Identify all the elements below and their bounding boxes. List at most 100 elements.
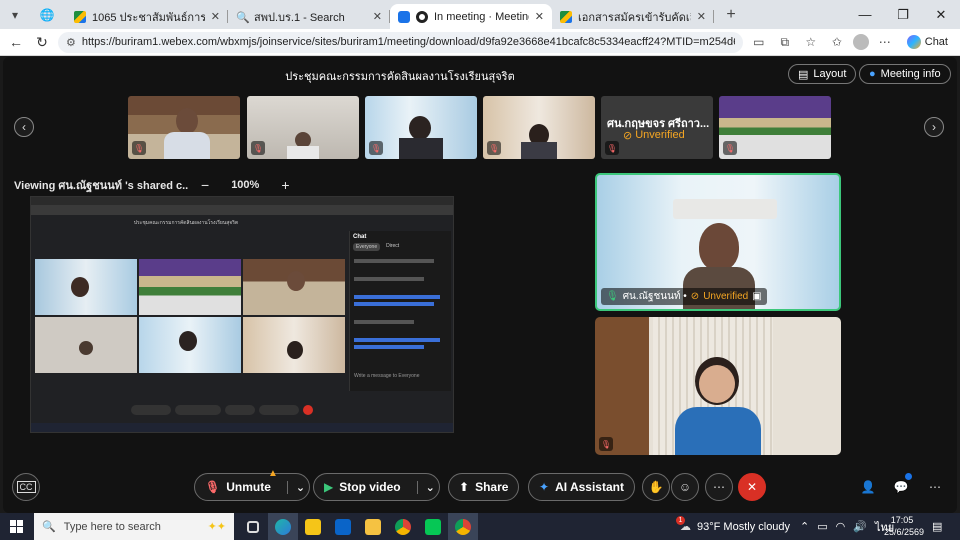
store-icon[interactable] [298, 513, 328, 540]
warning-icon: ⊘ [623, 130, 633, 142]
participant-thumbnail-unverified[interactable]: ศน.กฤษขจร ศรีถาว... ⊘ Unverified 🎙 [601, 96, 713, 159]
site-info-icon[interactable]: ⚙ [66, 36, 76, 49]
reload-icon[interactable]: ↻ [32, 32, 52, 52]
shared-controls [131, 405, 351, 415]
warning-icon: ⊘ [690, 291, 700, 302]
url-bar[interactable]: ⚙ https://buriram1.webex.com/wbxmjs/join… [58, 31, 743, 53]
more-options-button[interactable]: ⋯ [705, 473, 733, 501]
volume-icon[interactable]: 🔊 [853, 520, 867, 533]
explorer-icon[interactable] [358, 513, 388, 540]
participant-thumbnail[interactable]: 🎙 [483, 96, 595, 159]
windows-start-icon[interactable] [10, 520, 23, 533]
minimize-icon[interactable]: — [846, 0, 884, 29]
camera-icon[interactable]: ▭ [749, 32, 769, 52]
taskbar-search-box[interactable]: 🔍 Type here to search ✦✦ [34, 513, 234, 540]
mic-off-icon: 🎙 [605, 141, 619, 155]
mic-muted-icon: 🎙 [205, 480, 221, 494]
chevron-down-icon[interactable]: ⌄ [286, 480, 305, 494]
raise-hand-button[interactable]: ✋ [642, 473, 670, 501]
close-icon[interactable]: ✕ [697, 10, 706, 23]
active-speaker-tile[interactable]: 🎙 ศน.ณัฐชนนท์ • ⊘ Unverified ▣ [595, 173, 841, 311]
chrome-active-icon[interactable] [448, 513, 478, 540]
profile-icon[interactable] [852, 34, 869, 50]
tab-menu-icon[interactable]: ▾ [4, 4, 26, 26]
windows-taskbar: 🔍 Type here to search ✦✦ ☁ 1 93°F Mostly … [0, 513, 960, 540]
filmstrip-prev-button[interactable]: ‹ [14, 117, 34, 137]
shared-meeting-title: ประชุมคณะกรรมการคัดสินผลงานโรงเรียนสุจริ… [133, 220, 239, 226]
video-camera-icon: ▶ [324, 480, 334, 494]
participant-thumbnail[interactable]: 🎙 [128, 96, 240, 159]
zoom-in-icon[interactable]: + [281, 177, 289, 193]
leave-meeting-button[interactable]: ✕ [738, 473, 766, 501]
layout-button[interactable]: ▤ Layout [788, 64, 857, 84]
close-icon[interactable]: ✕ [535, 10, 544, 23]
shared-tile [35, 317, 137, 373]
line-icon[interactable] [418, 513, 448, 540]
drive-icon [560, 10, 572, 23]
participant-tile[interactable]: 🎙 [595, 317, 841, 455]
captions-button[interactable]: CC [12, 473, 40, 501]
back-icon[interactable]: ← [6, 32, 26, 52]
copilot-chat-button[interactable]: Chat [901, 35, 954, 49]
notifications-icon[interactable]: ▤ [932, 520, 942, 533]
weather-widget[interactable]: ☁ 1 93°F Mostly cloudy [676, 513, 790, 540]
outlook-icon[interactable] [328, 513, 358, 540]
unmute-button[interactable]: 🎙 Unmute ▲ ⌄ [194, 468, 311, 501]
share-button[interactable]: ⬆ Share [448, 473, 520, 501]
chevron-down-icon[interactable]: ⌄ [416, 480, 435, 494]
close-icon[interactable]: ✕ [211, 10, 220, 23]
close-icon[interactable]: ✕ [373, 10, 382, 23]
tab-documents[interactable]: เอกสารสมัครเข้ารับคัดเลือกฯ ปี พ.ศ. 2569… [552, 4, 714, 29]
more-icon: ⋯ [713, 480, 725, 494]
mic-off-icon: 🎙 [487, 141, 501, 155]
info-icon: ● [869, 68, 876, 80]
install-icon[interactable]: ⧉ [775, 32, 795, 52]
edge-icon[interactable] [268, 513, 298, 540]
favorites-icon[interactable]: ✩ [827, 32, 847, 52]
share-icon: ⬆ [459, 480, 470, 494]
ai-assistant-icon: ✦ [539, 480, 550, 494]
wifi-icon[interactable]: ◠ [836, 520, 846, 533]
mic-off-icon: 🎙 [599, 437, 613, 451]
shared-tile [35, 259, 137, 315]
cc-icon: CC [16, 481, 36, 493]
tab-webex-meeting[interactable]: In meeting · Meeting · Webex ✕ [390, 4, 552, 29]
tab-search[interactable]: 🔍 สพป.บร.1 - Search ✕ [228, 4, 390, 29]
close-window-icon[interactable]: ✕ [922, 0, 960, 29]
chevron-up-icon[interactable]: ⌃ [800, 520, 809, 533]
more-panels-button[interactable]: ⋯ [921, 473, 949, 501]
reactions-button[interactable]: ☺ [671, 473, 699, 501]
webex-icon [398, 10, 410, 23]
participant-thumbnail[interactable]: 🎙 [247, 96, 359, 159]
shared-screen-content[interactable]: ประชุมคณะกรรมการคัดสินผลงานโรงเรียนสุจริ… [30, 196, 454, 433]
system-tray: ⌃ ▭ ◠ 🔊 ไทย [800, 513, 894, 540]
stop-video-button[interactable]: ▶ Stop video ⌄ [313, 473, 440, 501]
filmstrip-next-button[interactable]: › [924, 117, 944, 137]
layout-icon: ▤ [798, 68, 809, 81]
share-screen-indicator-icon: ▣ [752, 291, 762, 302]
chat-button[interactable]: 💬 [887, 473, 915, 501]
zoom-out-icon[interactable]: − [201, 177, 209, 193]
globe-icon[interactable]: 🌐 [36, 4, 58, 26]
meeting-info-button[interactable]: ● Meeting info [859, 64, 951, 84]
chat-bubble-icon: 💬 [893, 480, 909, 494]
participants-icon: 👤 [860, 480, 876, 494]
chrome-icon[interactable] [388, 513, 418, 540]
bookmark-star-icon[interactable]: ☆ [801, 32, 821, 52]
participant-thumbnail-room[interactable]: 🎙 [719, 96, 831, 159]
new-tab-icon[interactable]: + [720, 4, 742, 26]
ai-assistant-button[interactable]: ✦ AI Assistant [528, 473, 635, 501]
mic-off-icon: 🎙 [251, 141, 265, 155]
more-menu-icon[interactable]: ⋯ [875, 32, 895, 52]
tab-prd-announcement[interactable]: 1065 ประชาสัมพันธ์การสมัครเข้ารับคัดเลือ… [66, 4, 228, 29]
task-view-icon[interactable] [238, 513, 268, 540]
recording-icon [416, 10, 428, 23]
participant-thumbnail[interactable]: 🎙 [365, 96, 477, 159]
battery-icon[interactable]: ▭ [817, 520, 827, 533]
clock[interactable]: 17:05 25/6/2569 [884, 514, 924, 538]
shared-tile [139, 259, 241, 315]
participants-button[interactable]: 👤 [854, 473, 882, 501]
drive-icon [74, 10, 86, 23]
speaker-name-bar: 🎙 ศน.ณัฐชนนท์ • ⊘ Unverified ▣ [601, 288, 767, 305]
restore-icon[interactable]: ❐ [884, 0, 922, 29]
